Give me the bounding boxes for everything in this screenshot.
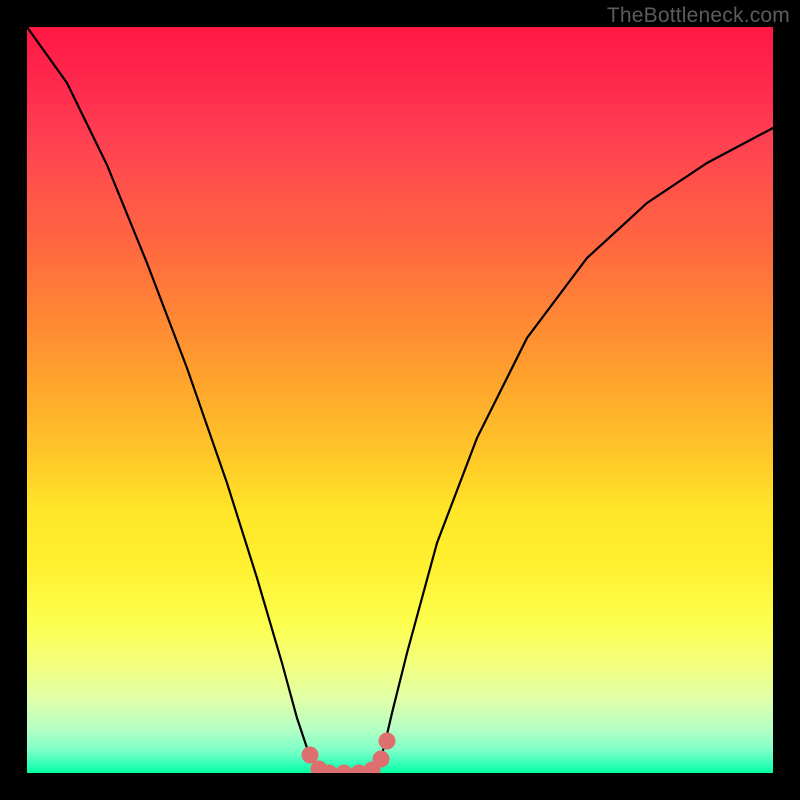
bottom-marker (302, 747, 319, 764)
curve-svg (27, 27, 773, 773)
bottom-marker (379, 733, 396, 750)
watermark-label: TheBottleneck.com (607, 4, 790, 28)
outer-frame: TheBottleneck.com (0, 0, 800, 800)
bottom-marker-group (302, 733, 396, 774)
gradient-plot-area (27, 27, 773, 773)
bottleneck-curve (27, 27, 773, 773)
bottom-marker (336, 765, 353, 774)
bottom-marker (373, 751, 390, 768)
